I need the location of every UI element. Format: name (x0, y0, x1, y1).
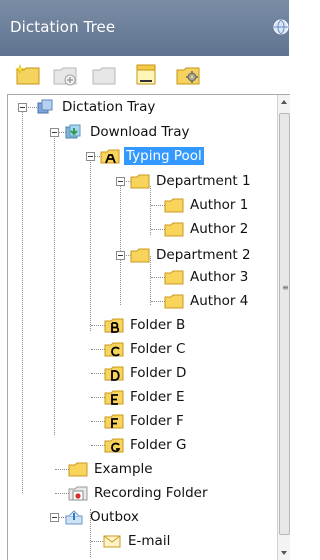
folder-d-icon (104, 366, 124, 381)
outbox-icon (65, 510, 83, 525)
tree-node-folder-b[interactable]: Folder B (104, 313, 187, 337)
window-title: Dictation Tree (10, 18, 116, 36)
typing-pool-expander[interactable] (86, 152, 95, 161)
folder-g-icon (104, 438, 124, 453)
remove-item-icon[interactable] (91, 62, 117, 88)
folder-icon (130, 248, 150, 263)
department-1-expander[interactable] (116, 177, 125, 186)
scroll-thumb[interactable]: ≡ (279, 113, 290, 535)
tree-node-label: Typing Pool (124, 147, 204, 165)
tree-node-author-4[interactable]: Author 4 (164, 289, 250, 313)
scroll-down-arrow-icon[interactable] (278, 546, 290, 560)
folder-a-icon (100, 149, 120, 164)
tree-node-label: Dictation Tray (62, 99, 156, 115)
tree-node-label: Department 2 (156, 247, 251, 263)
tree-node-author-2[interactable]: Author 2 (164, 217, 250, 241)
tree-line (91, 373, 105, 374)
folder-icon (164, 222, 184, 237)
tree-line (120, 186, 121, 305)
department-2-expander[interactable] (116, 251, 125, 260)
tree-node-author-1[interactable]: Author 1 (164, 193, 250, 217)
tree-node-label: Example (94, 461, 153, 477)
add-item-icon[interactable] (52, 62, 78, 88)
email-icon (103, 535, 121, 548)
tree-line (22, 107, 23, 493)
tree-line (151, 301, 165, 302)
vertical-scrollbar[interactable]: ≡ (277, 95, 290, 560)
title-bar: Dictation Tree (0, 0, 289, 57)
tree-node-example[interactable]: Example (68, 457, 155, 481)
tree-node-label: Folder G (130, 437, 187, 453)
tree-node-folder-c[interactable]: Folder C (104, 337, 187, 361)
folder-c-icon (104, 342, 124, 357)
tree-line (91, 349, 105, 350)
tree-line (54, 135, 55, 435)
folder-icon (164, 270, 184, 285)
tree-node-label: Author 1 (190, 197, 249, 213)
download-tray-expander[interactable] (50, 128, 59, 137)
tree-node-dictation-tray[interactable]: Dictation Tray (36, 95, 157, 119)
tree-line (151, 277, 165, 278)
tree-line (151, 205, 165, 206)
dictation-tray-icon (37, 99, 53, 114)
tree-node-folder-f[interactable]: Folder F (104, 409, 186, 433)
tree-node-label: Download Tray (90, 124, 190, 140)
tree-line (55, 493, 69, 494)
tree-node-label: Folder B (130, 317, 186, 333)
tree-node-typing-pool[interactable]: Typing Pool (100, 144, 204, 168)
folder-e-icon (104, 390, 124, 405)
tree-line (151, 229, 165, 230)
dictation-tray-expander[interactable] (18, 103, 27, 112)
toolbar (0, 56, 289, 94)
tree-line (91, 421, 105, 422)
tree-line (150, 186, 151, 235)
tree-node-label: Recording Folder (94, 485, 208, 501)
outbox-expander[interactable] (50, 513, 59, 522)
tree-node-folder-d[interactable]: Folder D (104, 361, 188, 385)
tree-node-label: Author 3 (190, 269, 249, 285)
tree-node-folder-g[interactable]: Folder G (104, 433, 188, 457)
tree-node-department-2[interactable]: Department 2 (130, 243, 253, 267)
scroll-up-arrow-icon[interactable] (278, 95, 290, 109)
tree-node-label: Folder E (130, 389, 185, 405)
tree-node-label: Folder F (130, 413, 184, 429)
tree-node-label: Outbox (90, 509, 139, 525)
tree-node-e-mail[interactable]: E-mail (102, 529, 172, 553)
tree-node-author-3[interactable]: Author 3 (164, 265, 250, 289)
tree-node-department-1[interactable]: Department 1 (130, 169, 253, 193)
tree-node-label: Folder D (130, 365, 187, 381)
tree-line (91, 445, 105, 446)
folder-icon (164, 294, 184, 309)
tree-line (90, 156, 91, 331)
tree-node-download-tray[interactable]: Download Tray (64, 120, 191, 144)
folder-icon (68, 462, 88, 477)
tree-line (55, 469, 69, 470)
tree-node-label: Author 4 (190, 293, 249, 309)
dictation-tree-panel[interactable]: Dictation Tray Download Tray Typing Pool… (7, 94, 290, 560)
tree-node-label: Folder C (130, 341, 186, 357)
recording-folder-icon (68, 486, 88, 501)
tree-node-label: E-mail (128, 533, 171, 549)
globe-icon (273, 19, 289, 35)
scroll-grip-icon: ≡ (282, 283, 289, 292)
new-folder-icon[interactable] (15, 62, 41, 88)
folder-icon (130, 174, 150, 189)
folder-f-icon (104, 414, 124, 429)
tree-line (91, 325, 105, 326)
tree-node-recording-folder[interactable]: Recording Folder (68, 481, 210, 505)
properties-icon[interactable] (133, 62, 159, 88)
tree-node-label: Author 2 (190, 221, 249, 237)
folder-icon (164, 198, 184, 213)
folder-b-icon (104, 318, 124, 333)
download-tray-icon (65, 124, 81, 139)
tree-node-folder-e[interactable]: Folder E (104, 385, 187, 409)
tree-node-label: Department 1 (156, 173, 251, 189)
tree-node-outbox[interactable]: Outbox (64, 505, 141, 529)
settings-icon[interactable] (175, 62, 201, 88)
tree-line (91, 397, 105, 398)
